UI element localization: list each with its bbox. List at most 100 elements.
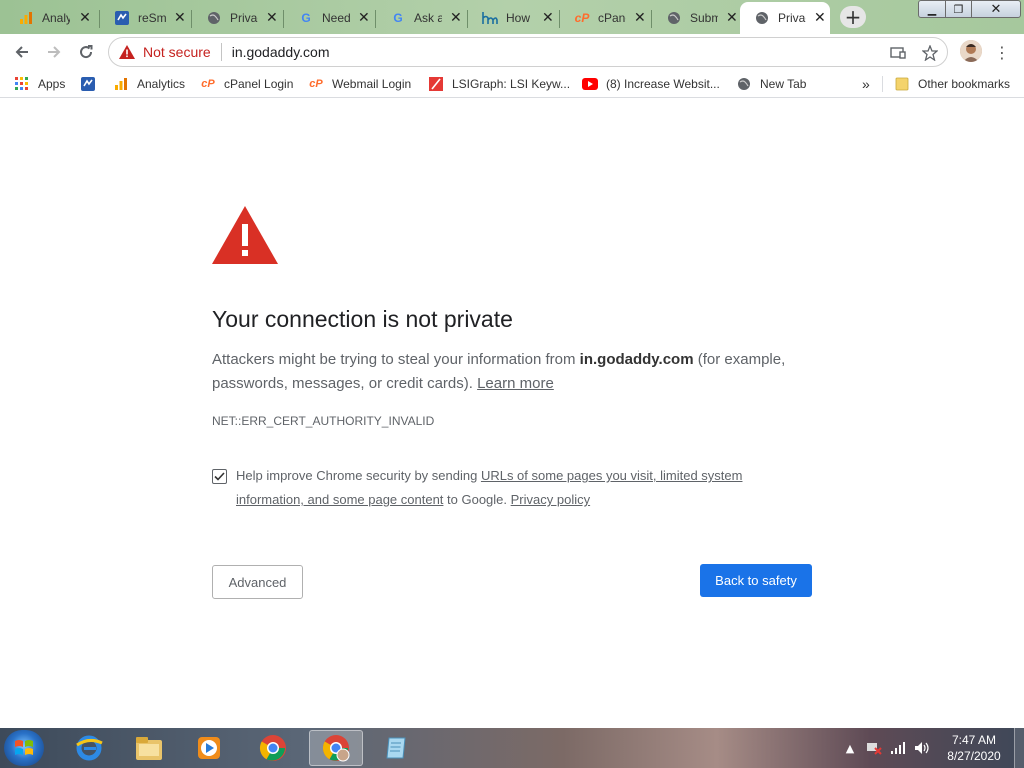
back-to-safety-button[interactable]: Back to safety [700, 564, 812, 597]
bookmark-label: Webmail Login [332, 77, 412, 91]
hm-icon [482, 10, 498, 26]
advanced-button[interactable]: Advanced [212, 565, 303, 599]
bookmark-new-tab[interactable]: New Tab [736, 75, 806, 93]
back-button[interactable] [10, 40, 34, 64]
bookmark-lsigraph[interactable]: LSIGraph: LSI Keyw... [428, 75, 570, 93]
tab-title: Submit [690, 11, 718, 25]
checkbox-text: Help improve Chrome security by sending … [236, 464, 776, 512]
tab-title: Privacy error [778, 11, 806, 25]
show-hidden-icons-button[interactable]: ▲ [842, 728, 858, 768]
system-clock[interactable]: 7:47 AM 8/27/2020 [938, 732, 1010, 764]
close-tab-icon[interactable]: ✕ [266, 10, 278, 26]
url-text[interactable]: in.godaddy.com [232, 44, 330, 60]
chrome-icon[interactable] [246, 730, 300, 766]
restore-button[interactable]: ❐ [945, 0, 972, 18]
bookmark-label: LSIGraph: LSI Keyw... [452, 77, 571, 91]
warning-paragraph: Attackers might be trying to steal your … [212, 348, 812, 396]
bookmarks-overflow-button[interactable]: » [862, 75, 870, 93]
tab-analytics[interactable]: Analytics ✕ [4, 2, 100, 34]
close-tab-icon[interactable]: ✕ [358, 10, 370, 26]
cast-icon[interactable] [889, 44, 907, 62]
tab-title: How [506, 11, 531, 25]
tab-google-ask[interactable]: G Ask a ✕ [376, 2, 468, 34]
folder-icon [894, 76, 910, 92]
clock-date: 8/27/2020 [947, 749, 1001, 763]
media-player-icon[interactable] [182, 730, 236, 766]
privacy-policy-link[interactable]: Privacy policy [511, 492, 590, 507]
address-bar[interactable]: Not secure in.godaddy.com [108, 37, 948, 67]
omnibox-divider [220, 43, 222, 61]
lsigraph-icon [428, 76, 444, 92]
globe-icon [206, 10, 222, 26]
minimize-button[interactable]: ▁ [918, 0, 946, 18]
para-domain: in.godaddy.com [579, 351, 694, 368]
notepad-icon[interactable] [370, 730, 424, 766]
network-error-icon[interactable] [864, 728, 884, 768]
other-bookmarks-folder[interactable]: Other bookmarks [894, 75, 1010, 93]
close-tab-icon[interactable]: ✕ [542, 10, 554, 26]
learn-more-link[interactable]: Learn more [477, 375, 554, 392]
error-code: NET::ERR_CERT_AUTHORITY_INVALID [212, 414, 435, 428]
browser-toolbar: Not secure in.godaddy.com ⋮ [0, 34, 1024, 70]
bookmark-apps[interactable]: Apps [14, 75, 65, 93]
close-tab-icon[interactable]: ✕ [814, 10, 826, 26]
bookmark-star-icon[interactable] [921, 44, 939, 62]
bookmarks-divider [882, 76, 883, 92]
bookmark-label: Apps [38, 77, 66, 91]
resmush-icon [114, 10, 130, 26]
close-tab-icon[interactable]: ✕ [78, 10, 92, 26]
tab-title: Ask a [414, 11, 442, 25]
tab-google-need[interactable]: G Need ✕ [284, 2, 376, 34]
close-window-button[interactable]: ✕ [971, 0, 1021, 18]
profile-avatar[interactable] [960, 40, 982, 62]
resmush-icon [80, 76, 96, 92]
clock-time: 7:47 AM [951, 733, 997, 747]
new-tab-button[interactable]: + [840, 5, 866, 29]
bookmark-label: New Tab [760, 77, 807, 91]
analytics-icon [113, 76, 129, 92]
apps-grid-icon [14, 76, 30, 92]
internet-explorer-icon[interactable] [62, 730, 116, 766]
bookmark-cpanel-login[interactable]: cP cPanel Login [200, 75, 293, 93]
volume-icon[interactable] [912, 728, 932, 768]
bookmark-analytics[interactable]: Analytics [113, 75, 185, 93]
globe-icon [754, 10, 770, 26]
tab-title: Need [322, 11, 350, 25]
not-secure-label[interactable]: Not secure [143, 44, 211, 60]
warning-triangle-icon[interactable] [119, 45, 135, 59]
bookmark-webmail-login[interactable]: cP Webmail Login [308, 75, 411, 93]
report-checkbox[interactable] [212, 469, 227, 484]
close-tab-icon[interactable]: ✕ [726, 10, 738, 26]
tab-how[interactable]: How ✕ [468, 2, 560, 34]
tab-submit[interactable]: Submit ✕ [652, 2, 740, 34]
file-explorer-icon[interactable] [122, 730, 176, 766]
tab-title: cPanel [598, 11, 626, 25]
start-button[interactable] [4, 730, 44, 766]
page-title: Your connection is not private [212, 306, 513, 332]
cpanel-icon: cP [309, 78, 323, 90]
cpanel-icon: cP [201, 78, 215, 90]
tab-privacy-error-active[interactable]: Privacy error ✕ [740, 2, 830, 34]
signal-strength-icon[interactable] [888, 728, 908, 768]
tab-resmush[interactable]: reSmush ✕ [100, 2, 192, 34]
show-desktop-button[interactable] [1014, 728, 1024, 768]
tab-privacy-error[interactable]: Privacy error ✕ [192, 2, 284, 34]
close-tab-icon[interactable]: ✕ [634, 10, 646, 26]
forward-button[interactable] [42, 40, 66, 64]
close-tab-icon[interactable]: ✕ [450, 10, 462, 26]
tab-cpanel[interactable]: cP cPanel ✕ [560, 2, 652, 34]
globe-icon [666, 10, 682, 26]
close-tab-icon[interactable]: ✕ [174, 10, 186, 26]
tab-title: reSmush [138, 11, 166, 25]
bookmark-youtube[interactable]: (8) Increase Websit... [582, 75, 720, 93]
menu-kebab-icon[interactable]: ⋮ [990, 40, 1014, 64]
bookmark-label: Analytics [137, 77, 186, 91]
tab-strip: Analytics ✕ reSmush ✕ Privacy error ✕ G … [0, 0, 1024, 34]
youtube-icon [582, 76, 598, 92]
bookmark-label: (8) Increase Websit... [606, 77, 720, 91]
chrome-profile-icon[interactable] [309, 730, 363, 766]
bookmarks-bar: Apps Analytics cP cPanel Login cP Webmai… [0, 70, 1024, 98]
reload-button[interactable] [74, 40, 98, 64]
interstitial-page: Your connection is not private Attackers… [0, 98, 1024, 728]
bookmark-resmush[interactable] [80, 75, 104, 93]
